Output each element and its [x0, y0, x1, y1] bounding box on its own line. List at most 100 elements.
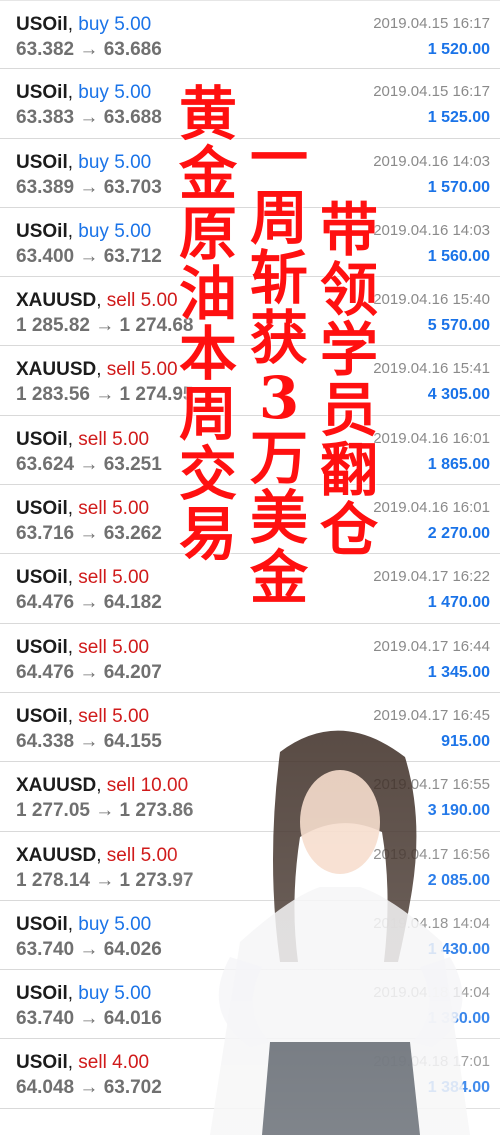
trade-symbol: USOil	[16, 567, 68, 589]
trade-profit: 1 570.00	[427, 178, 490, 196]
trade-prices: 1 277.05 → 1 273.86	[16, 799, 194, 823]
arrow-icon: →	[79, 176, 99, 198]
trade-title: USOil, buy 5.00	[16, 151, 151, 175]
open-price: 1 283.56	[16, 384, 90, 406]
trade-time: 2019.04.16 16:01	[373, 499, 490, 517]
trade-direction: sell	[78, 705, 107, 727]
separator: ,	[67, 1052, 79, 1074]
trade-prices: 64.048 → 63.702	[16, 1076, 162, 1100]
trade-symbol: USOil	[16, 220, 68, 242]
separator: ,	[96, 359, 107, 381]
trade-symbol: USOil	[16, 983, 68, 1005]
trade-direction: sell	[78, 567, 107, 589]
arrow-icon: →	[79, 661, 99, 683]
arrow-icon: →	[95, 869, 115, 891]
separator: ,	[96, 290, 107, 312]
close-price: 64.207	[103, 661, 162, 683]
close-price: 63.703	[103, 176, 162, 198]
separator: ,	[67, 636, 79, 658]
separator: ,	[67, 913, 79, 935]
trade-volume: 5.00	[112, 705, 150, 727]
close-price: 1 274.68	[119, 315, 194, 337]
woman-portrait-image	[170, 712, 500, 1135]
trade-profit: 1 520.00	[427, 41, 490, 58]
trade-prices: 63.740 → 64.026	[16, 938, 162, 962]
trade-prices: 64.476 → 64.182	[16, 591, 162, 615]
trade-symbol: USOil	[16, 14, 68, 35]
trade-direction: sell	[78, 636, 107, 658]
trade-row[interactable]: USOil, buy 5.00 63.400 → 63.712 2019.04.…	[0, 207, 500, 278]
trade-symbol: USOil	[16, 705, 68, 727]
trade-row[interactable]: XAUUSD, sell 5.00 1 285.82 → 1 274.68 20…	[0, 277, 500, 347]
trade-title: USOil, sell 5.00	[16, 428, 149, 452]
trade-profit: 2 270.00	[427, 525, 490, 543]
open-price: 63.389	[16, 176, 75, 198]
trade-symbol: USOil	[16, 498, 68, 520]
trade-direction: sell	[106, 359, 136, 381]
arrow-icon: →	[79, 39, 99, 60]
trade-profit: 1 560.00	[427, 247, 490, 265]
trade-time: 2019.04.15 16:17	[373, 83, 490, 101]
trade-prices: 1 285.82 → 1 274.68	[16, 314, 194, 338]
trade-direction: sell	[106, 290, 136, 312]
open-price: 1 277.05	[16, 800, 90, 822]
separator: ,	[67, 151, 79, 173]
trade-symbol: USOil	[16, 1052, 68, 1074]
trade-prices: 64.476 → 64.207	[16, 661, 162, 685]
arrow-icon: →	[79, 1008, 99, 1030]
trade-time: 2019.04.17 16:22	[373, 568, 490, 586]
trade-prices: 1 278.14 → 1 273.97	[16, 869, 194, 893]
trade-title: XAUUSD, sell 5.00	[16, 358, 178, 382]
separator: ,	[67, 220, 79, 242]
trade-direction: buy	[78, 983, 109, 1005]
close-price: 63.688	[103, 107, 162, 129]
trade-volume: 5.00	[114, 82, 152, 104]
trade-time: 2019.04.16 15:41	[373, 360, 490, 378]
trade-title: USOil, buy 5.00	[16, 982, 151, 1006]
trade-volume: 5.00	[114, 220, 152, 242]
arrow-icon: →	[79, 107, 99, 129]
trade-row[interactable]: USOil, sell 5.00 63.624 → 63.251 2019.04…	[0, 415, 500, 486]
open-price: 64.048	[16, 1077, 75, 1099]
trade-row[interactable]: USOil, sell 5.00 64.476 → 64.207 2019.04…	[0, 623, 500, 693]
close-price: 1 274.95	[119, 384, 194, 406]
trade-symbol: XAUUSD	[16, 844, 97, 866]
arrow-icon: →	[95, 800, 115, 822]
trade-time: 2019.04.15 16:17	[373, 15, 490, 32]
trade-direction: buy	[78, 913, 109, 935]
separator: ,	[96, 844, 107, 866]
trade-symbol: USOil	[16, 913, 68, 935]
trade-profit: 1 525.00	[427, 109, 490, 127]
trade-row[interactable]: USOil, sell 5.00 64.476 → 64.182 2019.04…	[0, 554, 500, 624]
trade-title: USOil, sell 5.00	[16, 566, 149, 590]
trade-profit: 1 865.00	[427, 455, 490, 473]
close-price: 64.182	[103, 592, 162, 614]
trade-profit: 4 305.00	[427, 386, 490, 404]
trade-prices: 63.389 → 63.703	[16, 176, 162, 200]
open-price: 63.400	[16, 245, 75, 267]
trade-row[interactable]: USOil, buy 5.00 63.383 → 63.688 2019.04.…	[0, 69, 500, 139]
trade-volume: 5.00	[114, 913, 152, 935]
separator: ,	[67, 498, 79, 520]
trade-title: USOil, buy 5.00	[16, 13, 151, 37]
trade-direction: sell	[78, 498, 107, 520]
trade-prices: 63.716 → 63.262	[16, 522, 162, 546]
trade-profit: 5 570.00	[427, 317, 490, 335]
trade-title: XAUUSD, sell 5.00	[16, 289, 178, 313]
arrow-icon: →	[79, 523, 99, 545]
separator: ,	[67, 567, 79, 589]
separator: ,	[67, 14, 79, 35]
trade-row[interactable]: USOil, buy 5.00 63.389 → 63.703 2019.04.…	[0, 138, 500, 208]
close-price: 63.262	[103, 523, 162, 545]
trade-row[interactable]: USOil, buy 5.00 63.382 → 63.686 2019.04.…	[0, 0, 500, 70]
separator: ,	[96, 775, 107, 797]
trade-volume: 5.00	[112, 498, 150, 520]
trade-row[interactable]: XAUUSD, sell 5.00 1 283.56 → 1 274.95 20…	[0, 346, 500, 416]
arrow-icon: →	[79, 938, 99, 960]
trade-prices: 63.382 → 63.686	[16, 38, 162, 62]
trade-direction: sell	[78, 1052, 107, 1074]
trade-row[interactable]: USOil, sell 5.00 63.716 → 63.262 2019.04…	[0, 485, 500, 555]
trade-direction: sell	[78, 428, 107, 450]
trade-volume: 5.00	[114, 983, 152, 1005]
trade-profit: 1 345.00	[427, 663, 490, 681]
